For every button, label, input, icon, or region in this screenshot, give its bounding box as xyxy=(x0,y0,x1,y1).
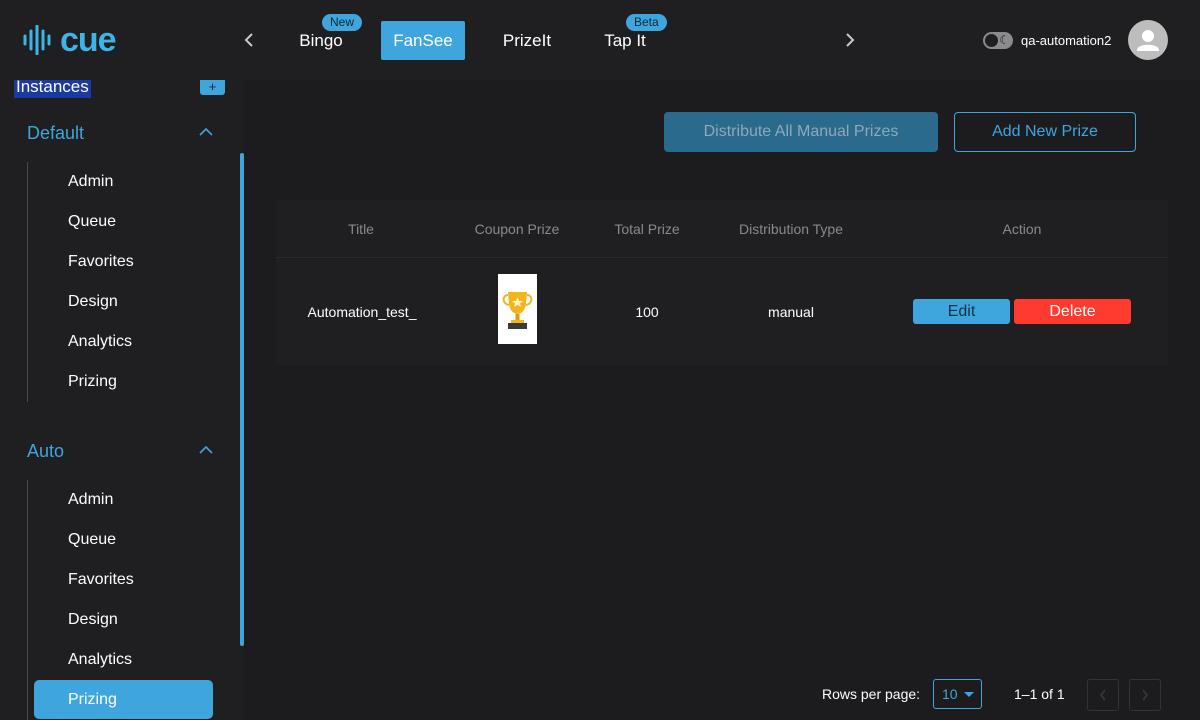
chevron-up-icon[interactable] xyxy=(197,441,215,459)
column-header-title: Title xyxy=(348,221,374,237)
sidebar-item-design[interactable]: Design xyxy=(68,293,118,311)
delete-button[interactable]: Delete xyxy=(1014,299,1131,324)
chevron-right-icon xyxy=(846,33,855,47)
sidebar-item-prizing-active[interactable] xyxy=(34,680,213,719)
add-instance-button[interactable]: + xyxy=(200,80,225,95)
edit-button[interactable]: Edit xyxy=(913,299,1010,324)
cell-distribution-type: manual xyxy=(768,304,814,320)
cue-logo[interactable]: cue xyxy=(22,22,126,58)
chevron-up-icon[interactable] xyxy=(197,123,215,141)
theme-toggle[interactable]: ☾ xyxy=(983,32,1013,49)
sidebar-item-queue[interactable]: Queue xyxy=(68,531,116,549)
instances-label: Instances xyxy=(14,80,91,98)
column-header-coupon-prize: Coupon Prize xyxy=(474,221,560,237)
header-divider xyxy=(276,257,1168,258)
group-divider xyxy=(27,480,28,720)
sidebar-item-queue[interactable]: Queue xyxy=(68,213,116,231)
cell-total-prize: 100 xyxy=(635,304,659,320)
group-title-auto[interactable]: Auto xyxy=(27,441,64,462)
group-title-default[interactable]: Default xyxy=(27,123,84,144)
trophy-icon xyxy=(502,292,533,329)
cell-title: Automation_test_ xyxy=(307,304,417,320)
sidebar-item-admin[interactable]: Admin xyxy=(68,491,113,509)
tab-label: Tap It xyxy=(604,30,646,50)
sound-wave-icon xyxy=(23,25,51,55)
chevron-right-icon xyxy=(1142,689,1149,701)
toggle-knob xyxy=(985,34,998,47)
column-header-total-prize: Total Prize xyxy=(614,221,680,237)
sidebar-item-design[interactable]: Design xyxy=(68,611,118,629)
caret-down-icon xyxy=(964,692,974,697)
sidebar-item-favorites[interactable]: Favorites xyxy=(68,253,134,271)
column-header-distribution-type: Distribution Type xyxy=(738,221,843,237)
sidebar-item-prizing[interactable]: Prizing xyxy=(68,691,117,709)
top-header: cue Bingo New FanSee PrizeIt Tap It Beta… xyxy=(0,0,1200,80)
rows-per-page-select[interactable]: 10 xyxy=(933,679,982,709)
tab-label: FanSee xyxy=(393,30,453,50)
column-header-action: Action xyxy=(1002,221,1042,237)
sidebar: Instances + Default Admin Queue Favorite… xyxy=(0,80,244,720)
user-avatar[interactable] xyxy=(1128,20,1168,60)
rows-per-page-label: Rows per page: xyxy=(822,686,921,702)
sidebar-item-admin[interactable]: Admin xyxy=(68,173,113,191)
user-avatar-icon xyxy=(1137,30,1159,51)
chevron-left-icon xyxy=(244,33,253,47)
group-divider xyxy=(27,162,28,402)
sidebar-item-favorites[interactable]: Favorites xyxy=(68,571,134,589)
prizes-table: Title Coupon Prize Total Prize Distribut… xyxy=(276,200,1168,365)
previous-page-button[interactable] xyxy=(1087,679,1119,711)
tabs-next-button[interactable] xyxy=(838,28,862,52)
tab-label: Bingo xyxy=(299,30,343,50)
moon-icon: ☾ xyxy=(999,33,1010,47)
username: qa-automation2 xyxy=(1021,33,1112,48)
sidebar-item-prizing[interactable]: Prizing xyxy=(68,373,117,391)
tab-label: PrizeIt xyxy=(502,30,552,50)
beta-badge: Beta xyxy=(626,14,667,31)
tab-prizeit[interactable]: PrizeIt xyxy=(500,21,554,60)
add-new-prize-button[interactable]: Add New Prize xyxy=(954,112,1136,152)
coupon-prize-thumbnail[interactable] xyxy=(498,274,537,344)
new-badge: New xyxy=(322,14,363,31)
sidebar-scrollbar[interactable] xyxy=(240,153,244,646)
rows-per-page-value: 10 xyxy=(942,686,958,702)
sidebar-item-analytics[interactable]: Analytics xyxy=(68,333,132,351)
chevron-left-icon xyxy=(1099,689,1106,701)
tab-fansee[interactable]: FanSee xyxy=(381,21,465,60)
distribute-all-button[interactable]: Distribute All Manual Prizes xyxy=(664,112,938,152)
tabs-prev-button[interactable] xyxy=(237,28,261,52)
pagination-range: 1–1 of 1 xyxy=(1014,686,1065,702)
brand-name: cue xyxy=(60,21,117,59)
sidebar-item-analytics[interactable]: Analytics xyxy=(68,651,132,669)
next-page-button[interactable] xyxy=(1129,679,1161,711)
